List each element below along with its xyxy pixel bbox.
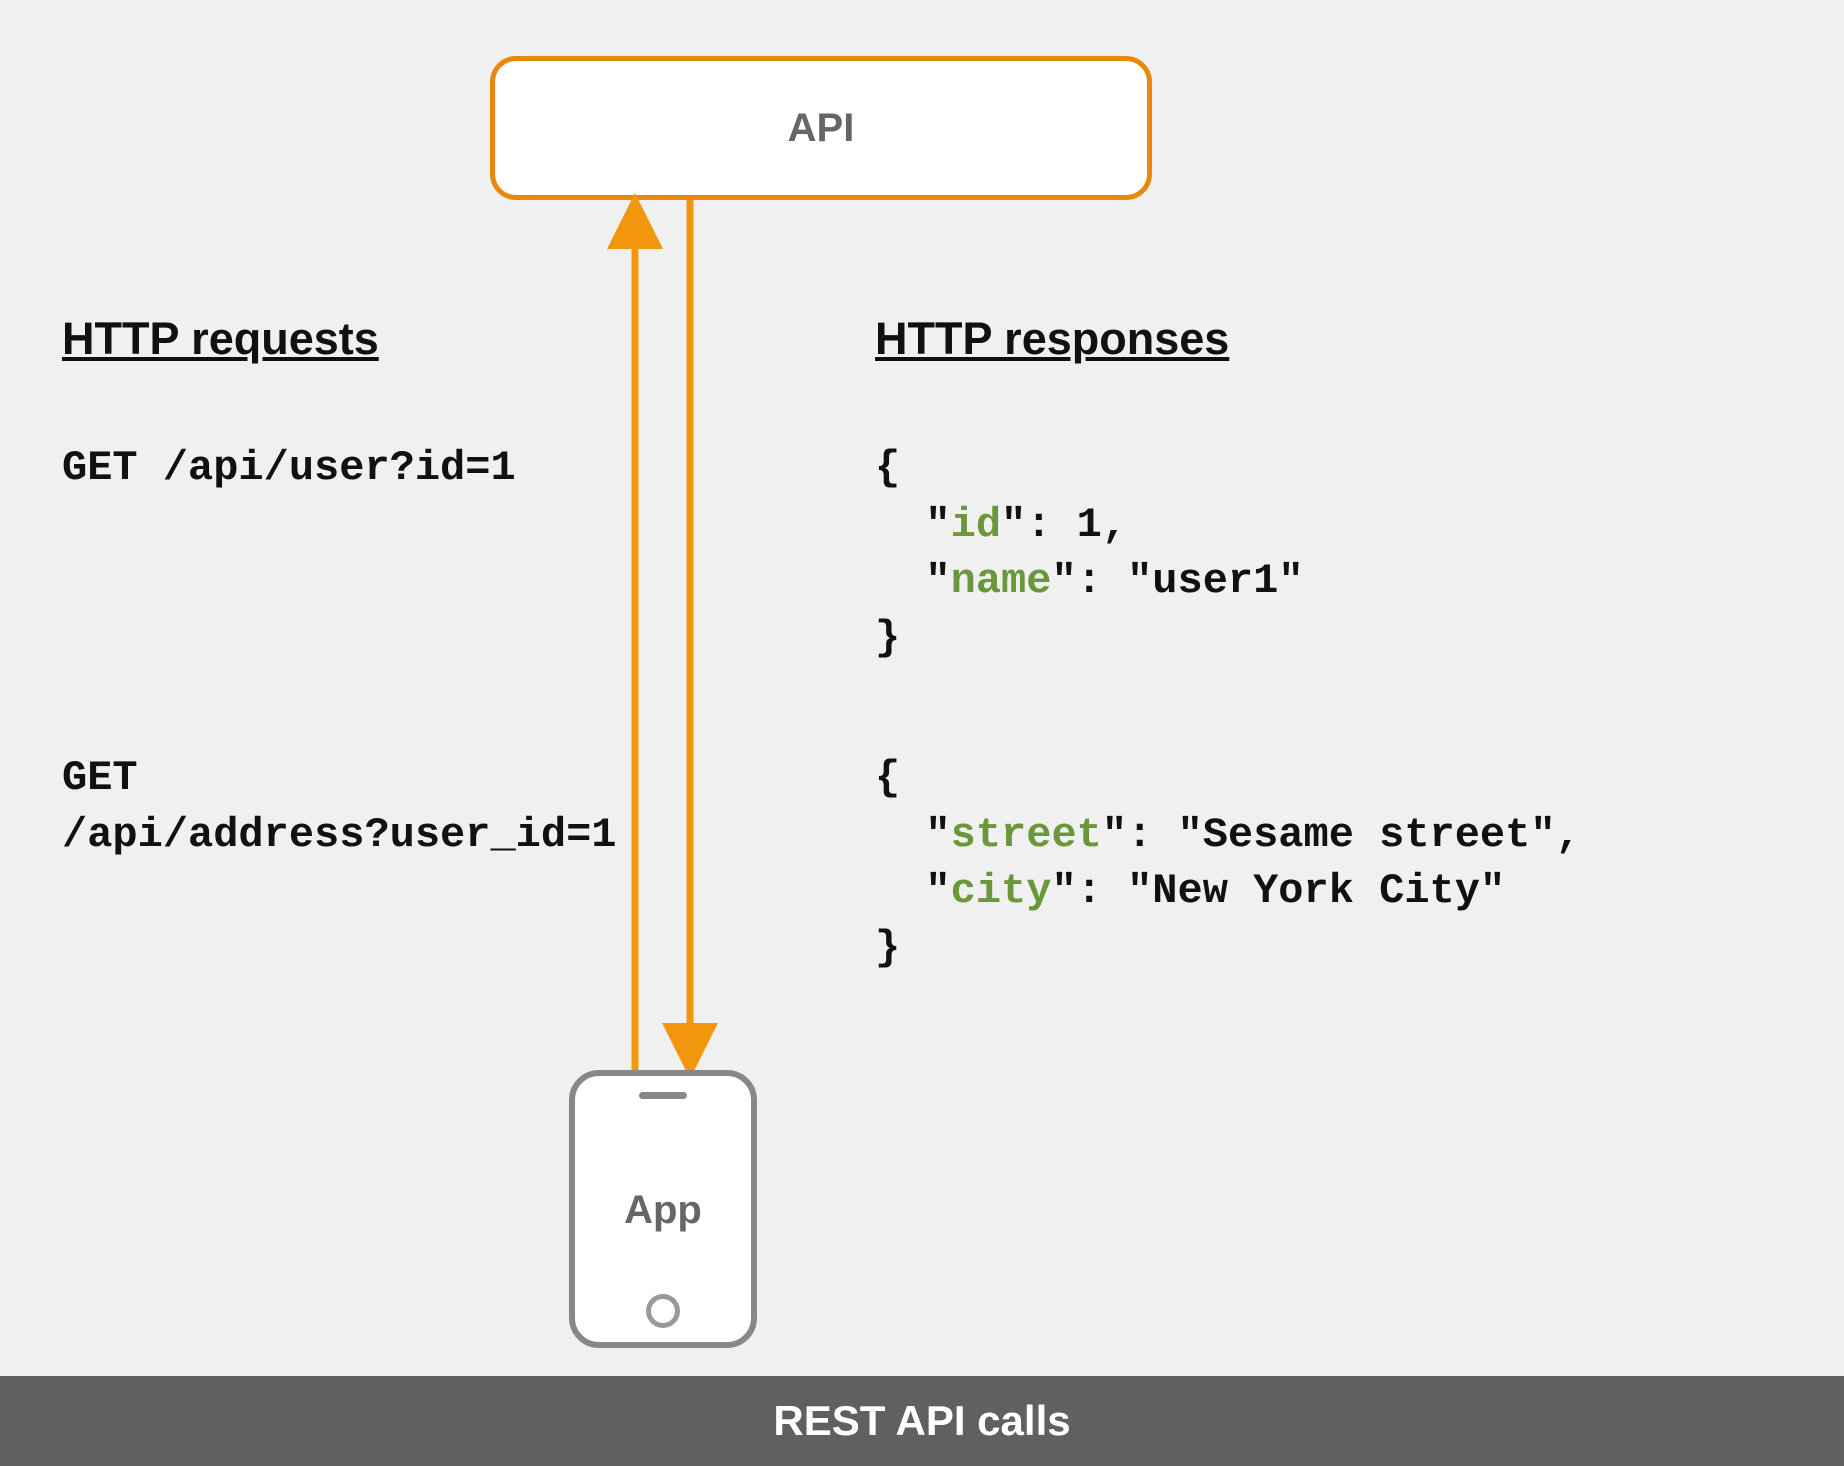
api-node: API xyxy=(490,56,1152,200)
response-1: { "id": 1, "name": "user1" } xyxy=(875,440,1304,667)
phone-speaker-icon xyxy=(639,1092,687,1099)
json-key-street: street xyxy=(951,811,1102,859)
http-requests-heading: HTTP requests xyxy=(62,313,379,365)
request-2-path: /api/address?user_id=1 xyxy=(62,811,617,859)
json-key-id: id xyxy=(951,501,1001,549)
phone-node: App xyxy=(569,1070,757,1348)
request-2-method: GET xyxy=(62,754,138,802)
http-responses-heading: HTTP responses xyxy=(875,313,1229,365)
footer-title: REST API calls xyxy=(0,1376,1844,1466)
phone-home-button-icon xyxy=(646,1294,680,1328)
app-label: App xyxy=(575,1188,751,1233)
json-key-city: city xyxy=(951,867,1052,915)
arrows-svg xyxy=(0,0,1844,1466)
request-2: GET /api/address?user_id=1 xyxy=(62,750,617,863)
api-label: API xyxy=(788,106,855,151)
response-2: { "street": "Sesame street", "city": "Ne… xyxy=(875,750,1581,977)
request-1: GET /api/user?id=1 xyxy=(62,440,516,497)
json-key-name: name xyxy=(951,557,1052,605)
